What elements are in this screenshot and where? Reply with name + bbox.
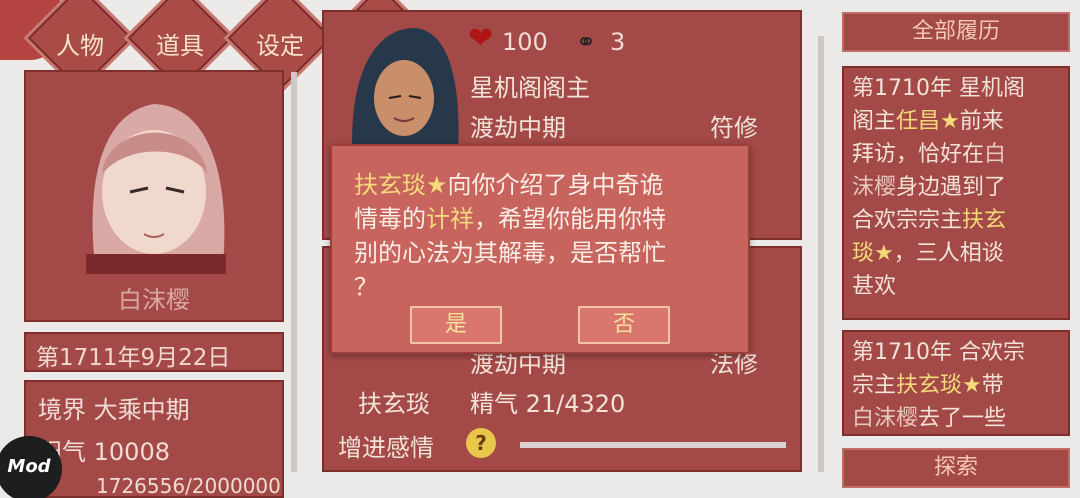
entry1-line5-gold: 扶玄 — [962, 208, 1007, 233]
handcuff-count: 3 — [610, 28, 626, 56]
entry1-line2-a: 阁主 — [852, 109, 897, 134]
tab-characters-label: 人物 — [56, 32, 104, 60]
entry1-line2-gold: 任昌★ — [896, 109, 960, 134]
entry2-line1: 第1710年 合欢宗 — [852, 340, 1025, 365]
heart-icon: ❤ — [468, 21, 494, 56]
affection-progress-bar — [520, 442, 786, 448]
left-scrollbar[interactable] — [291, 72, 297, 472]
dialog-line2-b: ，希望你能用你特 — [474, 205, 666, 233]
top-char-title: 星机阁阁主 — [470, 74, 590, 102]
boost-affection-label: 增进感情 — [338, 434, 434, 462]
middle-scrollbar[interactable] — [818, 36, 824, 472]
dialog-line4: ？ — [354, 273, 378, 301]
dialog-line2-gold: 计祥 — [426, 205, 474, 233]
realm-row: 境界 大乘中期 — [38, 390, 190, 425]
portrait-name: 白沫樱 — [118, 286, 190, 314]
entry1-line2-b: 前来 — [959, 109, 1004, 134]
handcuffs-icon: ⚭ — [576, 28, 597, 56]
entry2-line2-a: 宗主 — [852, 373, 897, 398]
entry1-line5-a: 合欢宗宗主 — [852, 208, 963, 233]
log-entry-1-text: 第1710年 星机阁 阁主任昌★前来 拜访，恰好在白 沫樱身边遇到了 合欢宗宗主… — [852, 72, 1057, 303]
top-char-path: 符修 — [710, 114, 758, 142]
log-entry-1: 第1710年 星机阁 阁主任昌★前来 拜访，恰好在白 沫樱身边遇到了 合欢宗宗主… — [842, 66, 1070, 320]
portrait-card[interactable]: 白沫樱 — [24, 70, 284, 322]
date-box: 第1711年9月22日 — [24, 332, 284, 372]
entry2-line2-gold: 扶玄琰★ — [896, 373, 982, 398]
jing-row: 1726556/2000000 — [96, 474, 281, 498]
tab-items-label: 道具 — [156, 32, 204, 60]
log-entry-2: 第1710年 合欢宗 宗主扶玄琰★带 白沫樱去了一些 — [842, 330, 1070, 436]
entry2-line2-b: 带 — [981, 373, 1004, 398]
entry1-line4-b: 身边遇到了 — [896, 175, 1007, 200]
character-portrait — [86, 104, 226, 274]
entry2-line3-a: 白沫樱 — [852, 406, 919, 431]
all-history-button[interactable]: 全部履历 — [842, 12, 1070, 52]
entry1-line6-gold: 琰★ — [852, 241, 894, 266]
yang-value: 10008 — [93, 438, 170, 466]
bottom-char-name: 扶玄琰 — [358, 390, 430, 418]
dialog-message: 扶玄琰★向你介绍了身中奇诡 情毒的计祥，希望你能用你特 别的心法为其解毒，是否帮… — [354, 168, 734, 304]
explore-button[interactable]: 探索 — [842, 448, 1070, 488]
bottom-char-essence: 精气 21/4320 — [470, 390, 626, 418]
top-char-stage: 渡劫中期 — [470, 114, 566, 142]
entry1-line3-dim: 白 — [984, 142, 1007, 167]
stats-box: 境界 大乘中期 阳气 10008 1726556/2000000 — [24, 380, 284, 498]
entry1-line6-b: ，三人相谈 — [893, 241, 1004, 266]
help-icon[interactable]: ? — [466, 428, 496, 458]
jing-value: 1726556/2000000 — [96, 474, 281, 498]
no-button[interactable]: 否 — [578, 306, 670, 344]
entry1-line3-a: 拜访，恰好在 — [852, 142, 985, 167]
dialog-line1-rest: 向你介绍了身中奇诡 — [447, 171, 664, 199]
tab-settings-label: 设定 — [256, 32, 304, 60]
dialog-line3: 别的心法为其解毒，是否帮忙 — [354, 239, 666, 267]
mod-badge[interactable]: Mod — [0, 436, 62, 498]
yes-button[interactable]: 是 — [410, 306, 502, 344]
realm-value: 大乘中期 — [93, 396, 190, 424]
dialog-line2-a: 情毒的 — [354, 205, 426, 233]
entry1-line7: 甚欢 — [852, 274, 897, 299]
hearts-value: 100 — [502, 28, 548, 56]
entry1-line4-a: 沫樱 — [852, 175, 897, 200]
realm-label: 境界 — [38, 396, 86, 424]
entry2-line3-b: 去了一些 — [918, 406, 1007, 431]
confirm-dialog: 扶玄琰★向你介绍了身中奇诡 情毒的计祥，希望你能用你特 别的心法为其解毒，是否帮… — [330, 144, 750, 354]
dialog-name: 扶玄琰★ — [354, 171, 448, 199]
current-date: 第1711年9月22日 — [36, 345, 231, 371]
entry1-line1: 第1710年 星机阁 — [852, 76, 1025, 101]
log-entry-2-text: 第1710年 合欢宗 宗主扶玄琰★带 白沫樱去了一些 — [852, 336, 1057, 434]
